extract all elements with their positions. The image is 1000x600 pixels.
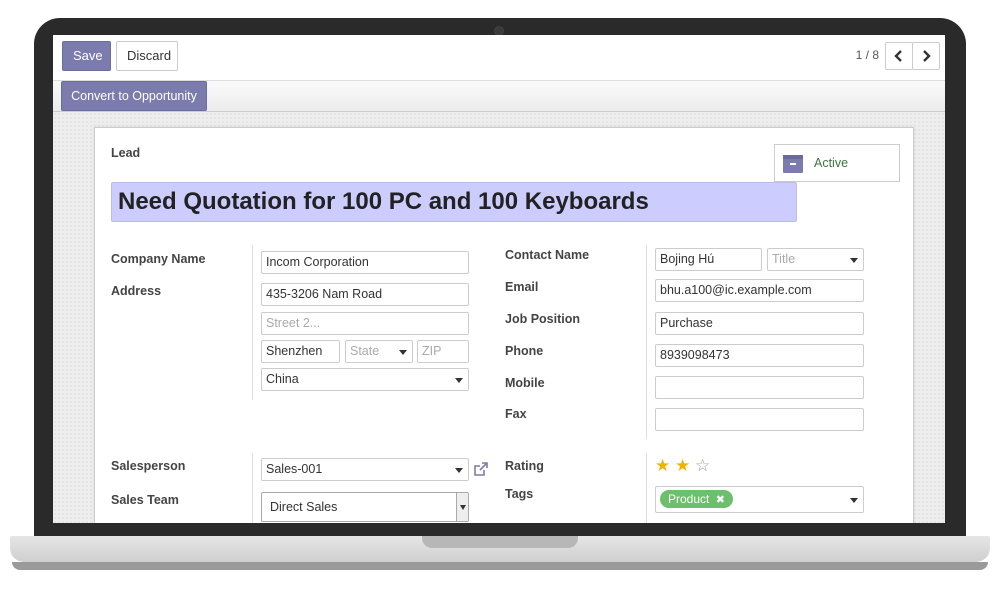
phone-label: Phone — [505, 344, 544, 358]
chevron-down-icon — [455, 378, 463, 383]
tags-label: Tags — [505, 487, 534, 501]
rating-label: Rating — [505, 459, 544, 473]
salesperson-select[interactable]: Sales-001 — [261, 458, 469, 481]
zip-field[interactable]: ZIP — [417, 340, 469, 363]
salesperson-value: Sales-001 — [266, 462, 323, 476]
chevron-down-icon — [850, 258, 858, 263]
company-name-label: Company Name — [111, 252, 206, 266]
pager-next-button[interactable] — [912, 42, 940, 70]
title-select[interactable]: Title — [767, 248, 864, 271]
title-placeholder: Title — [772, 252, 796, 266]
email-field[interactable]: bhu.a100@ic.example.com — [655, 279, 864, 302]
chevron-down-icon — [399, 350, 407, 355]
save-button[interactable]: Save — [62, 41, 111, 71]
tag-label: Product — [668, 492, 710, 506]
tag-badge: Product ✖ — [660, 490, 733, 508]
separator — [646, 245, 647, 439]
country-value: China — [266, 372, 299, 386]
fax-field[interactable] — [655, 408, 864, 431]
laptop-base-edge — [12, 562, 988, 570]
job-position-field[interactable]: Purchase — [655, 312, 864, 335]
select-arrow-area — [456, 493, 468, 521]
star-filled-icon[interactable]: ★ — [675, 458, 690, 475]
chevron-left-icon — [894, 50, 902, 62]
sales-team-value: Direct Sales — [270, 500, 338, 514]
record-type-label: Lead — [111, 146, 141, 160]
active-label: Active — [814, 156, 849, 170]
lead-title-input[interactable]: Need Quotation for 100 PC and 100 Keyboa… — [111, 182, 797, 222]
company-name-field[interactable]: Incom Corporation — [261, 251, 469, 274]
separator — [252, 453, 253, 523]
job-position-label: Job Position — [505, 312, 580, 326]
convert-to-opportunity-button[interactable]: Convert to Opportunity — [61, 81, 207, 111]
chevron-down-icon — [850, 498, 858, 503]
star-empty-icon[interactable]: ☆ — [695, 458, 710, 475]
mobile-label: Mobile — [505, 376, 545, 390]
contact-name-field[interactable]: Bojing Hú — [655, 248, 762, 271]
street-field[interactable]: 435-3206 Nam Road — [261, 283, 469, 306]
city-field[interactable]: Shenzhen — [261, 340, 340, 363]
priority-rating: ★ ★ ☆ — [655, 458, 725, 478]
email-label: Email — [505, 280, 539, 294]
contact-name-label: Contact Name — [505, 248, 590, 262]
tags-field[interactable]: Product ✖ — [655, 486, 864, 513]
state-select[interactable]: State — [345, 340, 413, 363]
form-sheet: Lead Active Need Quotation for 100 PC an… — [94, 127, 914, 523]
laptop-notch — [422, 536, 578, 548]
pager-value[interactable]: 1 / 8 — [856, 48, 879, 62]
star-filled-icon[interactable]: ★ — [655, 458, 670, 475]
sales-team-select[interactable]: Direct Sales — [261, 492, 469, 522]
chevron-down-icon — [460, 505, 466, 510]
separator — [252, 245, 253, 400]
sales-team-label: Sales Team — [111, 493, 179, 507]
archive-icon — [783, 155, 803, 173]
app-screen: Save Discard 1 / 8 Convert to Opportunit… — [53, 35, 945, 523]
fax-label: Fax — [505, 407, 527, 421]
salesperson-label: Salesperson — [111, 459, 186, 473]
status-bar: Convert to Opportunity — [53, 81, 945, 112]
external-link-icon[interactable] — [473, 461, 489, 477]
control-panel: Save Discard 1 / 8 — [53, 35, 945, 81]
discard-button[interactable]: Discard — [116, 41, 178, 71]
chevron-down-icon — [455, 468, 463, 473]
close-icon[interactable]: ✖ — [716, 493, 725, 506]
address-label: Address — [111, 284, 162, 298]
separator — [646, 453, 647, 523]
street2-field[interactable]: Street 2... — [261, 312, 469, 335]
chevron-right-icon — [923, 50, 931, 62]
state-placeholder: State — [350, 344, 380, 358]
pager-previous-button[interactable] — [885, 42, 913, 70]
country-select[interactable]: China — [261, 368, 469, 391]
phone-field[interactable]: 8939098473 — [655, 344, 864, 367]
mobile-field[interactable] — [655, 376, 864, 399]
active-toggle-button[interactable]: Active — [774, 144, 900, 182]
